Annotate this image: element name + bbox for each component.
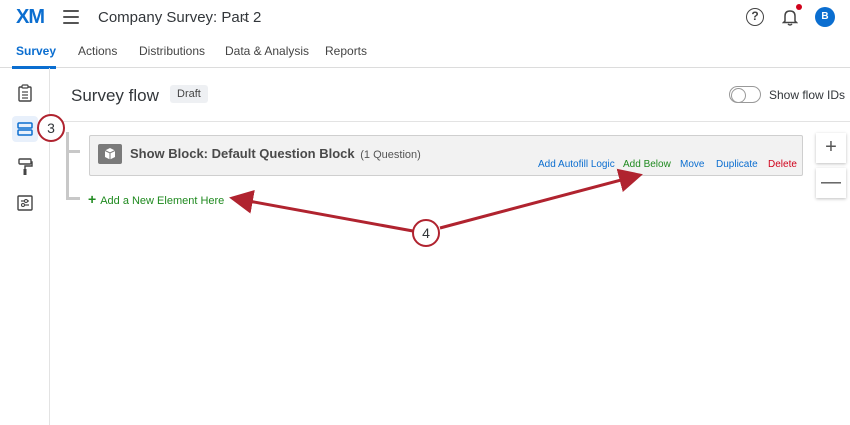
notification-dot xyxy=(796,4,802,10)
xm-logo[interactable]: XM xyxy=(16,6,45,29)
help-icon[interactable]: ? xyxy=(746,8,764,26)
avatar[interactable]: B xyxy=(815,7,835,27)
block-question-count: (1 Question) xyxy=(360,149,421,161)
top-bar: XM Company Survey: Part 2 ⌄ ? B xyxy=(0,0,850,36)
flow-connector xyxy=(66,132,69,198)
page-title: Survey flow xyxy=(71,86,159,105)
flow-connector-branch xyxy=(66,197,80,200)
main-tabs: Survey Actions Distributions Data & Anal… xyxy=(0,36,850,69)
block-cube-icon xyxy=(98,144,122,164)
block-title: Show Block: Default Question Block (1 Qu… xyxy=(130,146,421,161)
plus-icon: + xyxy=(88,191,97,207)
add-new-element-label: Add a New Element Here xyxy=(100,195,225,207)
show-flow-ids-label: Show flow IDs xyxy=(769,88,846,102)
duplicate-link[interactable]: Duplicate xyxy=(716,159,758,170)
callout-arrow-add-below xyxy=(439,168,643,230)
options-icon[interactable] xyxy=(12,190,38,216)
show-flow-ids-toggle[interactable] xyxy=(729,86,761,103)
survey-flow-icon[interactable] xyxy=(12,116,38,142)
header-divider xyxy=(51,121,850,122)
chevron-down-icon[interactable]: ⌄ xyxy=(240,10,250,24)
tab-survey[interactable]: Survey xyxy=(16,44,56,58)
flow-block[interactable]: Show Block: Default Question Block (1 Qu… xyxy=(89,135,803,176)
bell-icon[interactable] xyxy=(782,8,798,26)
tab-reports[interactable]: Reports xyxy=(325,44,367,58)
delete-link[interactable]: Delete xyxy=(768,159,797,170)
hamburger-menu-icon[interactable] xyxy=(63,10,79,24)
add-below-link[interactable]: Add Below xyxy=(623,159,671,170)
callout-3: 3 xyxy=(37,114,65,142)
add-autofill-logic-link[interactable]: Add Autofill Logic xyxy=(538,159,615,170)
block-title-text: Show Block: Default Question Block xyxy=(130,146,355,161)
move-link[interactable]: Move xyxy=(680,159,704,170)
survey-title[interactable]: Company Survey: Part 2 xyxy=(98,9,261,26)
add-new-element-link[interactable]: + Add a New Element Here xyxy=(88,191,224,207)
tab-actions[interactable]: Actions xyxy=(78,44,117,58)
zoom-out-button[interactable]: — xyxy=(816,168,846,198)
callout-4: 4 xyxy=(412,219,440,247)
tab-distributions[interactable]: Distributions xyxy=(139,44,205,58)
paint-roller-icon[interactable] xyxy=(12,154,38,180)
status-badge: Draft xyxy=(170,85,208,103)
flow-connector-branch xyxy=(66,150,80,153)
tab-data-analysis[interactable]: Data & Analysis xyxy=(225,44,309,58)
clipboard-icon[interactable] xyxy=(12,80,38,106)
callout-arrow-add-element xyxy=(229,189,414,233)
zoom-in-button[interactable]: + xyxy=(816,133,846,163)
